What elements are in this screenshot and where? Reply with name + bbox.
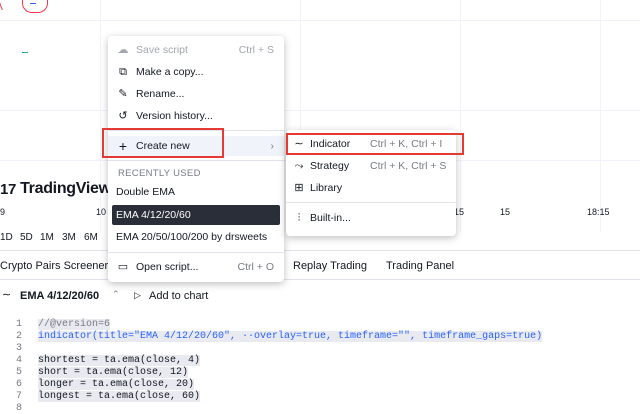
x-tick-label: 15 (500, 207, 511, 217)
cloud-upload-icon: ☁ (117, 44, 129, 56)
menu-version-history[interactable]: ↺ Version history... (108, 106, 284, 126)
script-name[interactable]: EMA 4/12/20/60 (20, 290, 99, 302)
chart-drawing (30, 0, 36, 4)
recent-script-item[interactable]: EMA 20/50/100/200 by drsweets (116, 231, 267, 243)
tab-trading-panel[interactable]: Trading Panel (386, 260, 454, 272)
submenu-strategy[interactable]: ⤳ Strategy Ctrl + K, Ctrl + S (286, 156, 456, 176)
recent-script-item[interactable]: Double EMA (116, 186, 175, 198)
line-number: 5 (15, 367, 22, 378)
chart-drawing (0, 0, 15, 10)
menu-divider (108, 252, 284, 253)
line-number: 8 (15, 403, 22, 414)
menu-rename[interactable]: ✎ Rename... (108, 84, 284, 104)
script-menu: ☁ Save script Ctrl + S ⧉ Make a copy... … (108, 36, 284, 282)
timeframe-5d[interactable]: 5D (20, 232, 33, 243)
line-number: 1 (15, 319, 22, 330)
submenu-builtin[interactable]: ⫶ Built-in... (286, 208, 456, 228)
builtin-icon: ⫶ (297, 212, 301, 224)
tab-crypto-screener[interactable]: Crypto Pairs Screener (0, 260, 108, 272)
code-editor[interactable]: 1 2 3 4 5 6 7 8 //@version=6 indicator(t… (0, 314, 640, 414)
bottom-panel-tabs: Crypto Pairs Screener Replay Trading Tra… (0, 250, 640, 280)
x-tick-label: 9 (0, 207, 6, 217)
tradingview-logo: 17 TradingView (0, 180, 111, 198)
chevron-right-icon: › (270, 140, 275, 152)
x-tick-label: 18:15 (587, 207, 610, 217)
line-number: 7 (15, 391, 22, 402)
code-line: //@version=6 (38, 319, 111, 330)
menu-make-copy[interactable]: ⧉ Make a copy... (108, 62, 284, 82)
code-line: shortest = ta.ema(close, 4) (38, 355, 201, 366)
library-icon: ⊞ (294, 182, 304, 194)
grid-line (600, 0, 601, 232)
tab-replay-trading[interactable]: Replay Trading (293, 260, 367, 272)
folder-icon: ▭ (117, 261, 129, 273)
x-tick-label: 10 (96, 207, 107, 217)
line-number: 4 (15, 355, 22, 366)
menu-save-script[interactable]: ☁ Save script Ctrl + S (108, 40, 284, 60)
grid-line (460, 0, 461, 232)
grid-line (0, 20, 640, 21)
code-line: longer = ta.ema(close, 20) (38, 379, 195, 390)
chart-drawing (22, 52, 28, 53)
menu-divider (108, 160, 284, 161)
line-number: 6 (15, 379, 22, 390)
submenu-library[interactable]: ⊞ Library (286, 178, 456, 198)
code-line: longest = ta.ema(close, 60) (38, 391, 201, 402)
timeframe-6m[interactable]: 6M (84, 232, 98, 243)
history-icon: ↺ (118, 110, 128, 122)
code-line: short = ta.ema(close, 12) (38, 367, 189, 378)
timeframe-1m[interactable]: 1M (40, 232, 54, 243)
highlight-box-create-new (102, 128, 224, 158)
recent-script-item-selected[interactable]: EMA 4/12/20/60 (112, 205, 280, 225)
play-icon: ▷ (134, 290, 141, 300)
script-icon: ∼ (2, 289, 12, 301)
add-to-chart-button[interactable]: Add to chart (149, 290, 208, 302)
grid-line (0, 110, 640, 111)
timeframe-1d[interactable]: 1D (0, 232, 13, 243)
pine-editor-toolbar: ∼ EMA 4/12/20/60 ⌃ ▷ Add to chart (0, 280, 640, 310)
line-number: 3 (15, 343, 22, 354)
code-line: indicator(title="EMA 4/12/20/60", ··over… (38, 331, 543, 342)
highlight-box-indicator (286, 133, 464, 155)
submenu-divider (286, 202, 456, 203)
strategy-icon: ⤳ (294, 160, 304, 172)
copy-icon: ⧉ (119, 66, 127, 78)
chevron-down-icon[interactable]: ⌃ (112, 289, 120, 300)
menu-open-script[interactable]: ▭ Open script... Ctrl + O (108, 257, 284, 277)
recently-used-heading: RECENTLY USED (118, 168, 201, 179)
pencil-icon: ✎ (118, 88, 128, 100)
line-number: 2 (15, 331, 22, 342)
timeframe-3m[interactable]: 3M (62, 232, 76, 243)
